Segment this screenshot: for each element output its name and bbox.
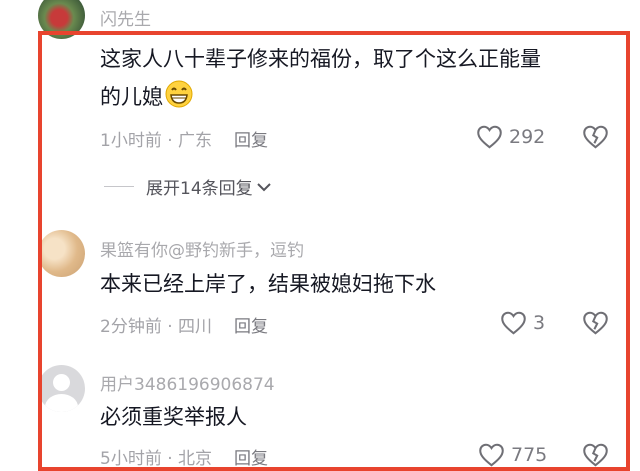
expand-replies-label: 展开14条回复 bbox=[146, 179, 253, 199]
expand-replies-button[interactable]: 展开14条回复 bbox=[104, 174, 272, 199]
avatar[interactable] bbox=[38, 230, 85, 277]
reply-button[interactable]: 回复 bbox=[234, 317, 268, 337]
like-button[interactable]: 3 bbox=[500, 310, 545, 335]
comment-username[interactable]: 果篮有你@野钓新手，逗钓 bbox=[100, 236, 304, 261]
chevron-down-icon bbox=[256, 182, 271, 191]
divider bbox=[104, 186, 134, 187]
like-button[interactable]: 775 bbox=[478, 442, 547, 467]
comment-text: 本来已经上岸了，结果被媳妇拖下水 bbox=[100, 272, 436, 296]
comment-text: 这家人八十辈子修来的福份，取了个这么正能量 bbox=[100, 47, 541, 71]
grinning-face-emoji bbox=[165, 80, 193, 120]
comment-text-line2: 的儿媳 bbox=[100, 85, 163, 109]
comment-text: 必须重奖举报人 bbox=[100, 405, 247, 429]
comment-location: 北京 bbox=[178, 449, 213, 469]
comment-username[interactable]: 闪先生 bbox=[100, 5, 151, 30]
reply-button[interactable]: 回复 bbox=[234, 131, 268, 151]
like-count: 775 bbox=[511, 443, 548, 466]
comment-time: 2分钟前 bbox=[100, 317, 162, 337]
like-button[interactable]: 292 bbox=[476, 124, 545, 149]
comment-time: 1小时前 bbox=[100, 131, 162, 151]
comment-meta: 1小时前 · 广东 回复 bbox=[100, 131, 269, 151]
heart-icon bbox=[501, 311, 526, 335]
comment-text-continued: 的儿媳 bbox=[100, 78, 193, 120]
comment-location: 广东 bbox=[178, 131, 213, 151]
dislike-button[interactable] bbox=[582, 442, 609, 467]
comment-meta: 5小时前 · 北京 回复 bbox=[100, 449, 269, 469]
dislike-button[interactable] bbox=[582, 310, 609, 335]
comment-username[interactable]: 用户3486196906874 bbox=[100, 370, 275, 395]
heart-icon bbox=[479, 443, 504, 467]
dislike-button[interactable] bbox=[582, 124, 609, 149]
heart-icon bbox=[477, 125, 502, 149]
like-count: 3 bbox=[533, 311, 546, 334]
like-count: 292 bbox=[509, 125, 546, 148]
default-avatar-icon[interactable] bbox=[38, 365, 85, 412]
comment-time: 5小时前 bbox=[100, 449, 162, 469]
broken-heart-icon bbox=[583, 125, 608, 149]
broken-heart-icon bbox=[583, 311, 608, 335]
broken-heart-icon bbox=[583, 443, 608, 467]
comment-meta: 2分钟前 · 四川 回复 bbox=[100, 317, 269, 337]
avatar[interactable] bbox=[38, 0, 85, 39]
reply-button[interactable]: 回复 bbox=[234, 449, 268, 469]
comment-location: 四川 bbox=[178, 317, 213, 337]
